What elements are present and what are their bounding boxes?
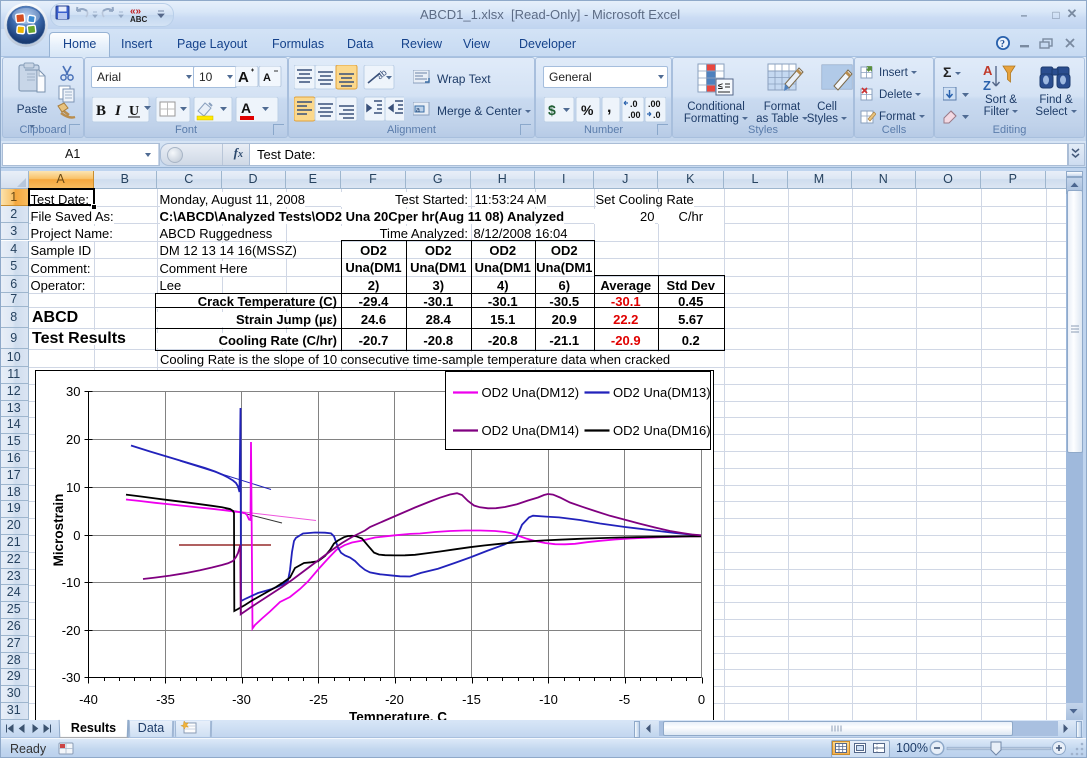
svg-text:Microstrain: Microstrain <box>51 494 66 567</box>
svg-text:a: a <box>416 107 420 114</box>
svg-text:-30: -30 <box>62 670 81 685</box>
svg-text:30: 30 <box>66 384 80 399</box>
svg-text:-40: -40 <box>79 692 98 707</box>
svg-text:A: A <box>241 100 251 116</box>
svg-text:OD2 Una(DM13): OD2 Una(DM13) <box>613 385 711 400</box>
svg-text:ABC: ABC <box>130 15 148 24</box>
svg-text:-20: -20 <box>62 623 81 638</box>
svg-text:A: A <box>238 69 249 86</box>
svg-text:.00: .00 <box>648 99 661 109</box>
svg-text:10: 10 <box>66 480 80 495</box>
svg-text:OD2 Una(DM14): OD2 Una(DM14) <box>482 423 580 438</box>
svg-text:$: $ <box>548 102 556 118</box>
svg-text:A: A <box>263 72 271 84</box>
svg-text:-35: -35 <box>156 692 175 707</box>
svg-text:B: B <box>96 103 106 119</box>
svg-text:OD2 Una(DM12): OD2 Una(DM12) <box>482 385 580 400</box>
svg-text:?: ? <box>1000 39 1005 50</box>
svg-text:≤: ≤ <box>718 81 723 91</box>
svg-text:-5: -5 <box>619 692 631 707</box>
svg-text:-15: -15 <box>462 692 481 707</box>
svg-text:-30: -30 <box>232 692 251 707</box>
svg-text:I: I <box>114 103 122 119</box>
svg-text:-10: -10 <box>539 692 558 707</box>
svg-text:20: 20 <box>66 432 80 447</box>
svg-text:OD2 Una(DM16): OD2 Una(DM16) <box>613 423 711 438</box>
svg-text:Temperature, C: Temperature, C <box>349 710 447 721</box>
svg-text:Z: Z <box>983 78 991 93</box>
svg-text:-25: -25 <box>309 692 328 707</box>
svg-text:0: 0 <box>73 528 80 543</box>
svg-text:-10: -10 <box>62 575 81 590</box>
svg-text:-20: -20 <box>385 692 404 707</box>
svg-text:A: A <box>983 63 993 78</box>
svg-text:0: 0 <box>698 692 705 707</box>
svg-text:.00: .00 <box>628 110 641 120</box>
svg-text:.0: .0 <box>630 99 638 109</box>
svg-text:,: , <box>607 99 611 116</box>
svg-text:.0: .0 <box>653 110 661 120</box>
svg-text:%: % <box>581 102 594 118</box>
